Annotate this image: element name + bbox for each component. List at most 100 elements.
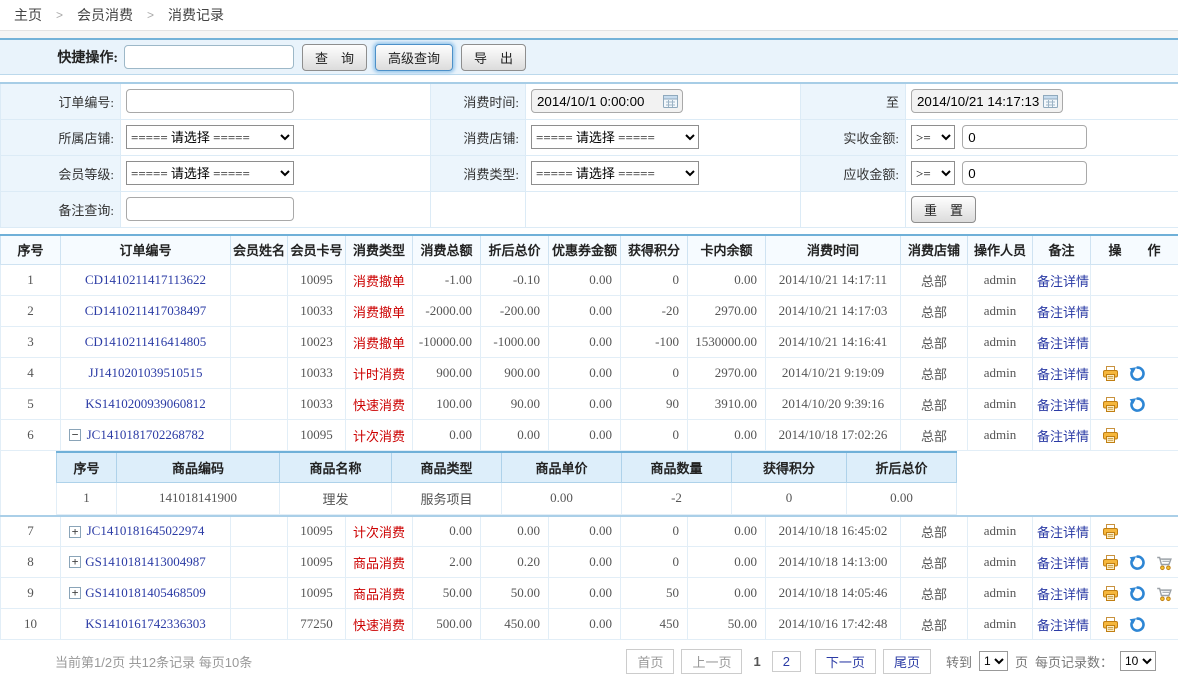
operator-cell: admin [968,265,1033,296]
row-seq: 8 [1,547,61,578]
consume-time-from-input[interactable] [531,89,683,113]
print-icon[interactable] [1102,616,1119,633]
member-card-cell: 10095 [288,578,346,609]
column-header: 消费类型 [346,235,413,265]
receivable-amount-input[interactable] [962,161,1087,185]
undo-consume-icon[interactable] [1129,585,1146,602]
advanced-query-button[interactable]: 高级查询 [375,44,453,71]
note-detail-link[interactable]: 备注详情 [1037,367,1089,382]
consume-time-to-input[interactable] [911,89,1063,113]
print-icon[interactable] [1102,365,1119,382]
note-cell: 备注详情 [1033,547,1091,578]
next-page-button[interactable]: 下一页 [815,649,876,674]
page-number-button[interactable]: 2 [772,651,801,672]
expand-row-icon[interactable]: + [69,526,81,538]
calendar-icon[interactable] [1043,94,1058,108]
subtable-column-header: 折后总价 [847,452,957,482]
export-button[interactable]: 导 出 [461,44,526,71]
order-no-link[interactable]: KS1410161742336303 [85,616,206,631]
card-balance-cell: 2970.00 [688,358,766,389]
order-no-link[interactable]: CD1410211416414805 [85,334,207,349]
per-page-select[interactable]: 10 [1120,651,1156,671]
first-page-button[interactable]: 首页 [626,649,674,674]
note-cell: 备注详情 [1033,420,1091,451]
order-no-link[interactable]: CD1410211417038497 [85,303,207,318]
discounted-amount-cell: 90.00 [481,389,549,420]
undo-consume-icon[interactable] [1129,554,1146,571]
expand-row-icon[interactable]: + [69,587,81,599]
breadcrumb-member-consume[interactable]: 会员消费 [77,5,133,25]
order-no-link[interactable]: JJ1410201039510515 [88,365,202,380]
total-amount-cell: 2.00 [413,547,481,578]
actions-cell [1091,265,1178,296]
cart-return-goods-icon[interactable] [1156,554,1173,571]
query-button[interactable]: 查 询 [302,44,367,71]
table-row: 9+GS141018140546850910095商品消费50.0050.000… [1,578,1178,609]
order-no-link[interactable]: JC1410181645022974 [87,523,205,538]
note-detail-link[interactable]: 备注详情 [1037,525,1089,540]
order-no-input[interactable] [126,89,294,113]
order-no-link[interactable]: GS1410181405468509 [85,585,206,600]
breadcrumb-home[interactable]: 主页 [14,5,42,25]
order-no-link[interactable]: CD1410211417113622 [85,272,206,287]
records-header-row: 序号订单编号会员姓名会员卡号消费类型消费总额折后总价优惠券金额获得积分卡内余额消… [1,235,1178,265]
operator-cell: admin [968,296,1033,327]
consume-type-cell: 消费撤单 [346,327,413,358]
column-header: 消费店铺 [901,235,968,265]
undo-consume-icon[interactable] [1129,365,1146,382]
table-row: 10KS141016174233630377250快速消费500.00450.0… [1,609,1178,640]
member-card-cell: 10095 [288,547,346,578]
consume-type-text: 计次消费 [353,429,405,444]
prev-page-button[interactable]: 上一页 [681,649,742,674]
card-balance-cell: 1530000.00 [688,327,766,358]
note-detail-link[interactable]: 备注详情 [1037,274,1089,289]
undo-consume-icon[interactable] [1129,396,1146,413]
note-query-input[interactable] [126,197,294,221]
consume-store-select[interactable]: ===== 请选择 ===== [531,125,699,149]
reset-button[interactable]: 重 置 [911,196,976,223]
order-no-link[interactable]: JC1410181702268782 [87,427,205,442]
consume-type-select[interactable]: ===== 请选择 ===== [531,161,699,185]
actual-amount-operator-select[interactable]: >= [911,125,955,149]
belong-store-select[interactable]: ===== 请选择 ===== [126,125,294,149]
points-gained-cell: 0 [621,420,688,451]
print-icon[interactable] [1102,585,1119,602]
pagination-bar: 当前第1/2页 共12条记录 每页10条 首页 上一页 12 下一页 尾页 转到… [0,644,1178,678]
column-header: 优惠券金额 [549,235,621,265]
order-no-link[interactable]: KS1410200939060812 [85,396,206,411]
discounted-amount-cell: -1000.00 [481,327,549,358]
note-detail-link[interactable]: 备注详情 [1037,429,1089,444]
discounted-amount-cell: 450.00 [481,609,549,640]
card-balance-cell: 0.00 [688,578,766,609]
operator-cell: admin [968,389,1033,420]
order-no-cell: JJ1410201039510515 [61,358,231,389]
last-page-button[interactable]: 尾页 [883,649,931,674]
note-detail-link[interactable]: 备注详情 [1037,556,1089,571]
print-icon[interactable] [1102,554,1119,571]
actions-cell [1091,420,1178,451]
note-detail-link[interactable]: 备注详情 [1037,618,1089,633]
cart-return-goods-icon[interactable] [1156,585,1173,602]
goto-page-select[interactable]: 1 [979,651,1008,671]
calendar-icon[interactable] [663,94,678,108]
order-no-cell: KS1410200939060812 [61,389,231,420]
quick-search-input[interactable] [124,45,294,69]
note-detail-link[interactable]: 备注详情 [1037,336,1089,351]
store-cell: 总部 [901,420,968,451]
note-detail-link[interactable]: 备注详情 [1037,398,1089,413]
print-icon[interactable] [1102,427,1119,444]
to-label: 至 [801,83,906,119]
print-icon[interactable] [1102,396,1119,413]
member-card-cell: 77250 [288,609,346,640]
undo-consume-icon[interactable] [1129,616,1146,633]
note-detail-link[interactable]: 备注详情 [1037,305,1089,320]
note-detail-link[interactable]: 备注详情 [1037,587,1089,602]
card-balance-cell: 0.00 [688,420,766,451]
receivable-amount-operator-select[interactable]: >= [911,161,955,185]
order-no-link[interactable]: GS1410181413004987 [85,554,206,569]
member-level-select[interactable]: ===== 请选择 ===== [126,161,294,185]
collapse-row-icon[interactable]: − [69,429,81,441]
print-icon[interactable] [1102,523,1119,540]
actual-amount-input[interactable] [962,125,1087,149]
expand-row-icon[interactable]: + [69,556,81,568]
